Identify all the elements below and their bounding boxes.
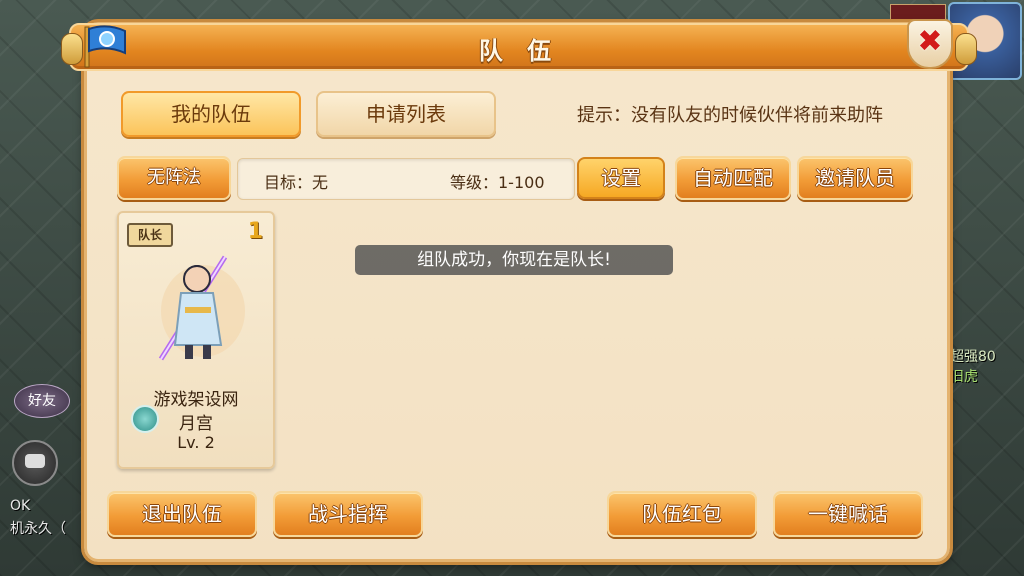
leader-badge: 队长 — [127, 223, 173, 247]
flag-icon — [84, 25, 126, 68]
team-red-packet-button[interactable]: 队伍红包 — [607, 491, 757, 537]
panel-title: 队 伍 — [478, 37, 560, 65]
target-display[interactable]: 目标：无 等级：1-100 — [237, 158, 575, 200]
battle-command-button[interactable]: 战斗指挥 — [273, 491, 423, 537]
slot-number: 1 — [247, 219, 263, 244]
character-avatar — [158, 255, 245, 361]
formation-button[interactable]: 无阵法 — [117, 156, 231, 200]
invite-member-button[interactable]: 邀请队员 — [797, 156, 913, 200]
member-school: 月宫 — [179, 414, 213, 434]
close-button[interactable]: ✖ — [907, 19, 953, 69]
hp-bar — [890, 4, 946, 20]
chat-message-ok: OK — [10, 498, 31, 514]
team-member-card[interactable]: 队长 1 游戏架设网 月宫 Lv. 2 — [117, 211, 275, 469]
member-level: Lv. 2 — [177, 433, 215, 452]
scene-player-name: 超强80 — [950, 349, 996, 365]
settings-button[interactable]: 设置 — [577, 157, 665, 199]
chat-message-name: 机永久（ — [10, 521, 66, 537]
tab-my-team[interactable]: 我的队伍 — [121, 91, 301, 137]
target-goal: 目标：无 — [264, 173, 329, 192]
scene-player-title: 旧虎 — [950, 369, 978, 385]
tab-apply-list[interactable]: 申请列表 — [316, 91, 496, 137]
close-icon: ✖ — [917, 24, 943, 59]
auto-match-button[interactable]: 自动匹配 — [675, 156, 791, 200]
leave-team-button[interactable]: 退出队伍 — [107, 491, 257, 537]
title-bar: 队 伍 — [61, 23, 977, 71]
chat-icon[interactable] — [12, 440, 58, 486]
one-click-shout-button[interactable]: 一键喊话 — [773, 491, 923, 537]
target-level: 等级：1-100 — [450, 173, 545, 192]
team-panel: 队 伍 ✖ 我的队伍 申请列表 提示：没有队友的时候伙伴将前来助阵 无阵法 目标… — [61, 19, 977, 562]
friend-button[interactable]: 好友 — [14, 384, 70, 418]
toast-message: 组队成功，你现在是队长! — [355, 245, 673, 275]
hint-text: 提示：没有队友的时候伙伴将前来助阵 — [577, 105, 883, 126]
